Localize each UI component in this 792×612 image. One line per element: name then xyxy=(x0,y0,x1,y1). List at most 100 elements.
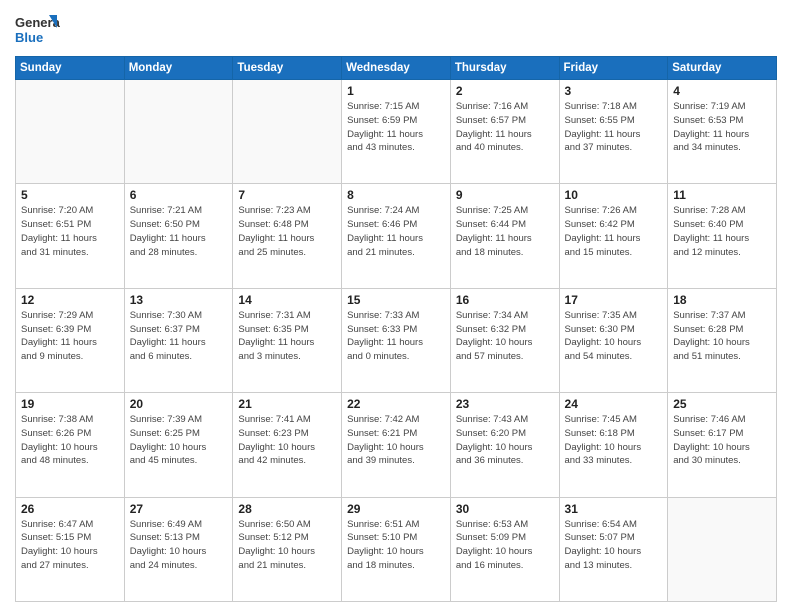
week-row-1: 5 Sunrise: 7:20 AM Sunset: 6:51 PM Daylig… xyxy=(16,184,777,288)
day-info: Sunrise: 6:53 AM Sunset: 5:09 PM Dayligh… xyxy=(456,518,554,573)
logo-svg: General Blue xyxy=(15,10,60,50)
header: General Blue xyxy=(15,10,777,50)
day-number: 21 xyxy=(238,397,336,411)
calendar-cell-w2-d0: 12 Sunrise: 7:29 AM Sunset: 6:39 PM Dayli… xyxy=(16,288,125,392)
day-number: 23 xyxy=(456,397,554,411)
day-number: 14 xyxy=(238,293,336,307)
day-info: Sunrise: 7:33 AM Sunset: 6:33 PM Dayligh… xyxy=(347,309,445,364)
calendar-cell-w4-d1: 27 Sunrise: 6:49 AM Sunset: 5:13 PM Dayli… xyxy=(124,497,233,601)
day-number: 3 xyxy=(565,84,663,98)
calendar-cell-w1-d0: 5 Sunrise: 7:20 AM Sunset: 6:51 PM Daylig… xyxy=(16,184,125,288)
logo: General Blue xyxy=(15,10,60,50)
day-number: 24 xyxy=(565,397,663,411)
week-row-0: 1 Sunrise: 7:15 AM Sunset: 6:59 PM Daylig… xyxy=(16,80,777,184)
day-info: Sunrise: 7:41 AM Sunset: 6:23 PM Dayligh… xyxy=(238,413,336,468)
day-number: 30 xyxy=(456,502,554,516)
col-header-tuesday: Tuesday xyxy=(233,57,342,80)
day-number: 28 xyxy=(238,502,336,516)
calendar-cell-w4-d3: 29Sunrise: 6:51 AM Sunset: 5:10 PM Dayli… xyxy=(342,497,451,601)
day-number: 9 xyxy=(456,188,554,202)
day-info: Sunrise: 7:26 AM Sunset: 6:42 PM Dayligh… xyxy=(565,204,663,259)
col-header-sunday: Sunday xyxy=(16,57,125,80)
day-number: 4 xyxy=(673,84,771,98)
day-number: 27 xyxy=(130,502,228,516)
calendar-cell-w3-d0: 19Sunrise: 7:38 AM Sunset: 6:26 PM Dayli… xyxy=(16,393,125,497)
day-info: Sunrise: 7:37 AM Sunset: 6:28 PM Dayligh… xyxy=(673,309,771,364)
col-header-saturday: Saturday xyxy=(668,57,777,80)
calendar-cell-w0-d3: 1 Sunrise: 7:15 AM Sunset: 6:59 PM Daylig… xyxy=(342,80,451,184)
day-info: Sunrise: 6:47 AM Sunset: 5:15 PM Dayligh… xyxy=(21,518,119,573)
day-number: 15 xyxy=(347,293,445,307)
calendar-cell-w1-d2: 7 Sunrise: 7:23 AM Sunset: 6:48 PM Daylig… xyxy=(233,184,342,288)
calendar-cell-w1-d6: 11 Sunrise: 7:28 AM Sunset: 6:40 PM Dayli… xyxy=(668,184,777,288)
day-info: Sunrise: 7:19 AM Sunset: 6:53 PM Dayligh… xyxy=(673,100,771,155)
day-info: Sunrise: 7:25 AM Sunset: 6:44 PM Dayligh… xyxy=(456,204,554,259)
calendar-header-row: SundayMondayTuesdayWednesdayThursdayFrid… xyxy=(16,57,777,80)
day-number: 18 xyxy=(673,293,771,307)
calendar-cell-w3-d6: 25 Sunrise: 7:46 AM Sunset: 6:17 PM Dayli… xyxy=(668,393,777,497)
day-info: Sunrise: 7:15 AM Sunset: 6:59 PM Dayligh… xyxy=(347,100,445,155)
calendar-cell-w1-d4: 9 Sunrise: 7:25 AM Sunset: 6:44 PM Daylig… xyxy=(450,184,559,288)
day-number: 5 xyxy=(21,188,119,202)
day-info: Sunrise: 7:35 AM Sunset: 6:30 PM Dayligh… xyxy=(565,309,663,364)
day-number: 31 xyxy=(565,502,663,516)
day-number: 1 xyxy=(347,84,445,98)
svg-text:Blue: Blue xyxy=(15,30,43,45)
day-info: Sunrise: 6:49 AM Sunset: 5:13 PM Dayligh… xyxy=(130,518,228,573)
day-info: Sunrise: 7:23 AM Sunset: 6:48 PM Dayligh… xyxy=(238,204,336,259)
week-row-3: 19Sunrise: 7:38 AM Sunset: 6:26 PM Dayli… xyxy=(16,393,777,497)
calendar-cell-w4-d5: 31 Sunrise: 6:54 AM Sunset: 5:07 PM Dayli… xyxy=(559,497,668,601)
calendar-cell-w3-d4: 23 Sunrise: 7:43 AM Sunset: 6:20 PM Dayli… xyxy=(450,393,559,497)
day-number: 12 xyxy=(21,293,119,307)
day-info: Sunrise: 6:50 AM Sunset: 5:12 PM Dayligh… xyxy=(238,518,336,573)
day-info: Sunrise: 7:18 AM Sunset: 6:55 PM Dayligh… xyxy=(565,100,663,155)
day-number: 8 xyxy=(347,188,445,202)
calendar-cell-w0-d1 xyxy=(124,80,233,184)
day-number: 29 xyxy=(347,502,445,516)
calendar-cell-w1-d5: 10 Sunrise: 7:26 AM Sunset: 6:42 PM Dayli… xyxy=(559,184,668,288)
day-number: 6 xyxy=(130,188,228,202)
day-number: 2 xyxy=(456,84,554,98)
calendar-cell-w3-d3: 22Sunrise: 7:42 AM Sunset: 6:21 PM Dayli… xyxy=(342,393,451,497)
day-number: 17 xyxy=(565,293,663,307)
week-row-4: 26 Sunrise: 6:47 AM Sunset: 5:15 PM Dayli… xyxy=(16,497,777,601)
day-info: Sunrise: 7:42 AM Sunset: 6:21 PM Dayligh… xyxy=(347,413,445,468)
calendar-cell-w3-d2: 21 Sunrise: 7:41 AM Sunset: 6:23 PM Dayli… xyxy=(233,393,342,497)
day-info: Sunrise: 7:46 AM Sunset: 6:17 PM Dayligh… xyxy=(673,413,771,468)
day-number: 19 xyxy=(21,397,119,411)
day-info: Sunrise: 7:29 AM Sunset: 6:39 PM Dayligh… xyxy=(21,309,119,364)
calendar-cell-w2-d5: 17 Sunrise: 7:35 AM Sunset: 6:30 PM Dayli… xyxy=(559,288,668,392)
day-number: 26 xyxy=(21,502,119,516)
calendar-cell-w0-d5: 3 Sunrise: 7:18 AM Sunset: 6:55 PM Daylig… xyxy=(559,80,668,184)
week-row-2: 12 Sunrise: 7:29 AM Sunset: 6:39 PM Dayli… xyxy=(16,288,777,392)
day-info: Sunrise: 7:28 AM Sunset: 6:40 PM Dayligh… xyxy=(673,204,771,259)
day-number: 11 xyxy=(673,188,771,202)
day-info: Sunrise: 7:24 AM Sunset: 6:46 PM Dayligh… xyxy=(347,204,445,259)
calendar-cell-w4-d0: 26 Sunrise: 6:47 AM Sunset: 5:15 PM Dayli… xyxy=(16,497,125,601)
col-header-monday: Monday xyxy=(124,57,233,80)
day-info: Sunrise: 7:39 AM Sunset: 6:25 PM Dayligh… xyxy=(130,413,228,468)
day-number: 16 xyxy=(456,293,554,307)
day-number: 13 xyxy=(130,293,228,307)
day-number: 7 xyxy=(238,188,336,202)
calendar-cell-w2-d4: 16 Sunrise: 7:34 AM Sunset: 6:32 PM Dayli… xyxy=(450,288,559,392)
day-info: Sunrise: 7:43 AM Sunset: 6:20 PM Dayligh… xyxy=(456,413,554,468)
col-header-friday: Friday xyxy=(559,57,668,80)
calendar-cell-w1-d1: 6 Sunrise: 7:21 AM Sunset: 6:50 PM Daylig… xyxy=(124,184,233,288)
day-number: 25 xyxy=(673,397,771,411)
day-number: 10 xyxy=(565,188,663,202)
calendar-cell-w2-d2: 14Sunrise: 7:31 AM Sunset: 6:35 PM Dayli… xyxy=(233,288,342,392)
day-info: Sunrise: 7:45 AM Sunset: 6:18 PM Dayligh… xyxy=(565,413,663,468)
calendar-cell-w2-d6: 18 Sunrise: 7:37 AM Sunset: 6:28 PM Dayli… xyxy=(668,288,777,392)
calendar-cell-w0-d6: 4 Sunrise: 7:19 AM Sunset: 6:53 PM Daylig… xyxy=(668,80,777,184)
day-info: Sunrise: 7:21 AM Sunset: 6:50 PM Dayligh… xyxy=(130,204,228,259)
day-info: Sunrise: 7:20 AM Sunset: 6:51 PM Dayligh… xyxy=(21,204,119,259)
col-header-wednesday: Wednesday xyxy=(342,57,451,80)
calendar-cell-w1-d3: 8 Sunrise: 7:24 AM Sunset: 6:46 PM Daylig… xyxy=(342,184,451,288)
day-info: Sunrise: 6:54 AM Sunset: 5:07 PM Dayligh… xyxy=(565,518,663,573)
day-number: 20 xyxy=(130,397,228,411)
calendar-cell-w0-d0 xyxy=(16,80,125,184)
calendar-cell-w3-d5: 24 Sunrise: 7:45 AM Sunset: 6:18 PM Dayli… xyxy=(559,393,668,497)
day-info: Sunrise: 7:34 AM Sunset: 6:32 PM Dayligh… xyxy=(456,309,554,364)
col-header-thursday: Thursday xyxy=(450,57,559,80)
